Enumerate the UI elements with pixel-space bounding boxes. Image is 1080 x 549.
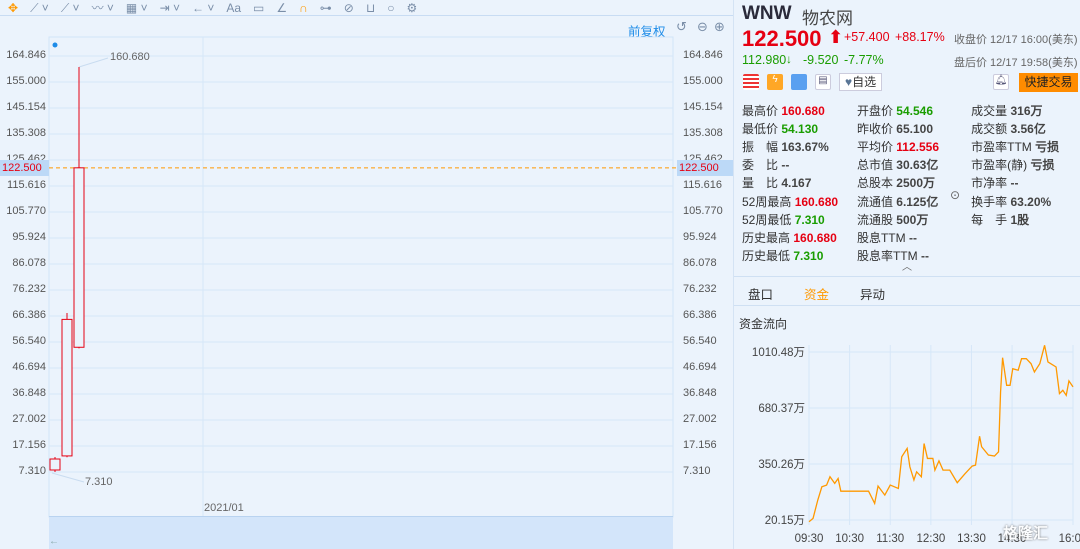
- y-tick-label: 115.616: [683, 179, 722, 191]
- y-tick-label: 95.924: [683, 231, 717, 243]
- flow-y-tick: 350.26万: [758, 459, 805, 471]
- y-tick-label: 164.846: [6, 49, 46, 61]
- y-tick-label: 27.002: [12, 413, 46, 425]
- y-tick-label: 105.770: [683, 205, 723, 217]
- candlestick-chart[interactable]: [0, 0, 733, 549]
- y-tick-label: 46.694: [12, 361, 46, 373]
- y-tick-label: 17.156: [683, 439, 717, 451]
- flow-x-tick: 09:30: [795, 533, 824, 545]
- y-tick-label: 36.848: [683, 387, 717, 399]
- y-tick-label: 27.002: [683, 413, 717, 425]
- flow-y-tick: 1010.48万: [752, 347, 805, 359]
- y-tick-label: 7.310: [683, 465, 711, 477]
- flow-y-tick: 20.15万: [765, 515, 805, 527]
- y-tick-label: 76.232: [683, 283, 717, 295]
- y-tick-label: 135.308: [6, 127, 46, 139]
- flow-x-tick: 11:30: [876, 533, 904, 545]
- flow-x-tick: 13:30: [957, 533, 986, 545]
- y-tick-label: 36.848: [12, 387, 46, 399]
- y-tick-label: 66.386: [12, 309, 46, 321]
- y-tick-label: 86.078: [12, 257, 46, 269]
- y-tick-label: 164.846: [683, 49, 723, 61]
- current-price-label-left: 122.500: [0, 160, 49, 176]
- low-leader: [51, 472, 85, 483]
- y-tick-label: 155.000: [683, 75, 723, 87]
- watermark: 格隆汇: [1003, 525, 1049, 542]
- flow-y-tick: 680.37万: [758, 403, 805, 415]
- y-tick-label: 56.540: [683, 335, 717, 347]
- x-tick-label: 2021/01: [204, 502, 244, 514]
- flow-x-tick: 16:00: [1059, 533, 1080, 545]
- flow-x-tick: 10:30: [835, 533, 864, 545]
- time-navigator[interactable]: ←: [49, 516, 673, 549]
- marker-dot: [52, 42, 58, 48]
- y-tick-label: 76.232: [12, 283, 46, 295]
- y-tick-label: 86.078: [683, 257, 717, 269]
- current-price-label-right: 122.500: [677, 160, 733, 176]
- scroll-left-icon[interactable]: ←: [49, 536, 59, 547]
- y-tick-label: 115.616: [7, 179, 46, 191]
- y-tick-label: 17.156: [12, 439, 46, 451]
- plot-frame: [48, 36, 674, 518]
- y-tick-label: 145.154: [683, 101, 723, 113]
- y-tick-label: 56.540: [12, 335, 46, 347]
- capital-flow-chart: 1010.48万 680.37万 350.26万 20.15万 09:30 10:30 11…: [752, 345, 1080, 545]
- candle-body[interactable]: [61, 318, 73, 457]
- y-tick-label: 145.154: [6, 101, 46, 113]
- flow-x-tick: 12:30: [916, 533, 945, 545]
- y-tick-label: 95.924: [12, 231, 46, 243]
- high-leader: [78, 57, 109, 68]
- flow-line: [808, 345, 1074, 523]
- high-marker-label: 160.680: [110, 51, 150, 63]
- y-tick-label: 135.308: [683, 127, 723, 139]
- y-tick-label: 7.310: [18, 465, 46, 477]
- y-tick-label: 105.770: [6, 205, 46, 217]
- y-tick-label: 155.000: [6, 75, 46, 87]
- y-tick-label: 46.694: [683, 361, 717, 373]
- candle-body[interactable]: [73, 167, 85, 348]
- low-marker-label: 7.310: [85, 476, 113, 488]
- candle-body[interactable]: [49, 458, 61, 471]
- y-tick-label: 66.386: [683, 309, 717, 321]
